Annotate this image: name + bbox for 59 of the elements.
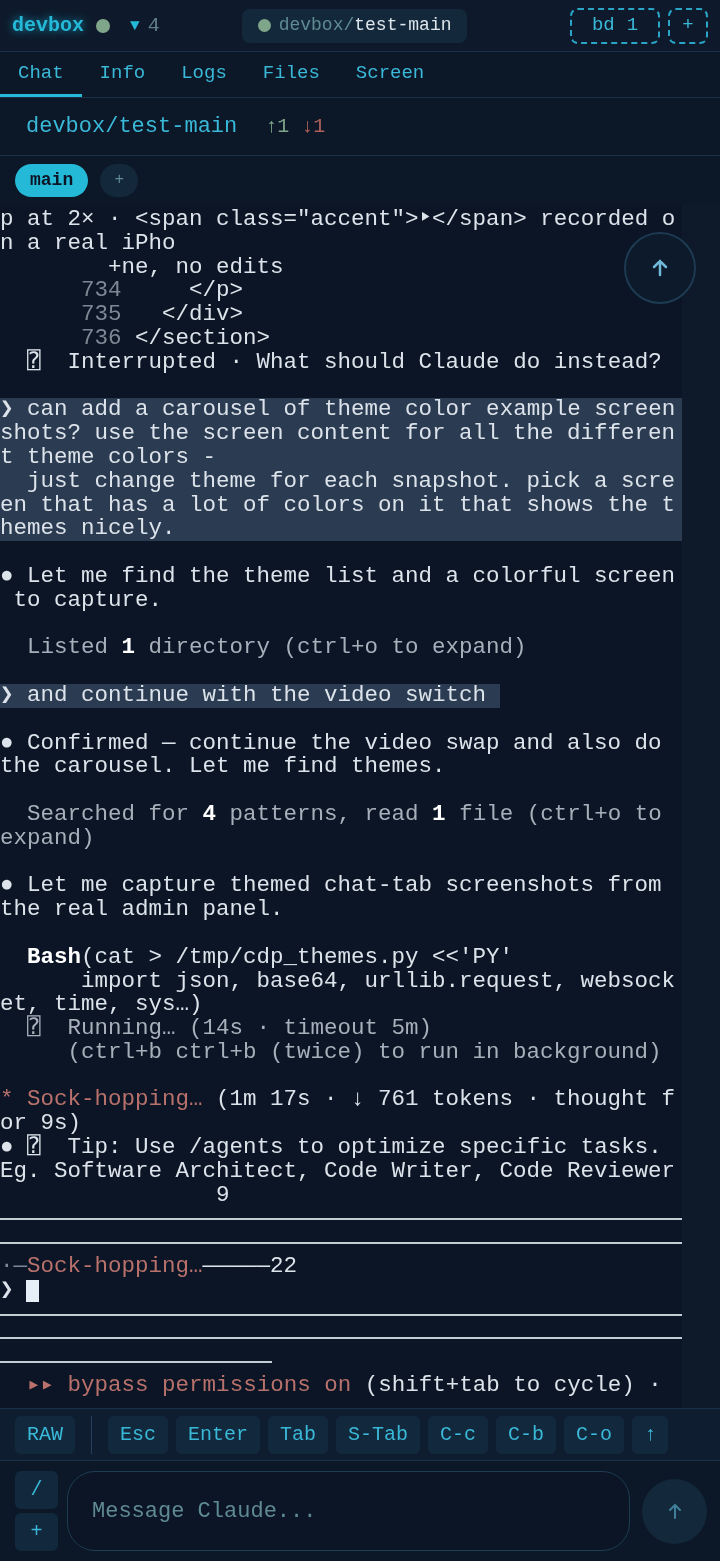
app-title: devbox <box>12 12 84 39</box>
key-button[interactable]: Esc <box>108 1415 169 1454</box>
terminal-line: * Sock-hopping… (1m 17s · ↓ 761 tokens · thought f <box>0 1088 676 1113</box>
key-button[interactable]: C-b <box>496 1415 557 1454</box>
key-button[interactable]: C-c <box>428 1415 489 1454</box>
badge-button[interactable]: bd 1 <box>570 7 660 44</box>
terminal-line: +ne, no edits <box>107 255 284 280</box>
terminal-line: import json, base64, urllib.request, websock <box>80 969 676 994</box>
composer-button[interactable]: + <box>15 1513 58 1551</box>
tab[interactable]: Screen <box>337 52 443 97</box>
key-button[interactable]: Enter <box>176 1415 261 1454</box>
terminal-line: the carousel. Let me find themes. <box>0 755 446 780</box>
code-line: </section> <box>134 327 271 351</box>
line-number: 735 <box>81 303 122 327</box>
raw-mode-button[interactable]: RAW <box>15 1415 75 1454</box>
composer-button[interactable]: / <box>15 1471 58 1509</box>
up-arrow-icon <box>667 1503 682 1519</box>
ahead-count: ↑1 <box>265 113 290 140</box>
terminal-line: ● Confirmed — continue the video swap and also do <box>0 731 662 756</box>
text-cursor <box>25 1279 39 1302</box>
code-line: </p> <box>188 279 244 304</box>
terminal-line: (ctrl+b ctrl+b (twice) to run in background) <box>66 1040 662 1065</box>
repo-path: devbox/test-main <box>26 113 238 141</box>
terminal-line: ⍰ Running… (14s · timeout 5m) <box>26 1017 433 1041</box>
terminal-line: Listed 1 directory (ctrl+o to expand) <box>26 636 527 661</box>
up-arrow-icon <box>651 259 669 277</box>
branch-tab[interactable]: main <box>15 163 89 197</box>
terminal-line: the real admin panel. <box>0 898 284 922</box>
session-switcher[interactable]: ▼ 4 <box>130 10 160 41</box>
tab[interactable]: Info <box>81 52 164 97</box>
add-branch-button[interactable]: + <box>100 163 139 197</box>
key-button[interactable]: ↑ <box>632 1415 669 1454</box>
terminal-line: Eg. Software Architect, Code Writer, Code Reviewer <box>0 1159 676 1184</box>
tab[interactable]: Files <box>244 52 338 97</box>
terminal-line: Searched for 4 patterns, read 1 file (ctrl+o to <box>26 802 662 827</box>
key-button[interactable]: C-o <box>564 1415 625 1454</box>
add-button[interactable]: + <box>668 7 708 44</box>
terminal-line: ▸▸ bypass permissions on (shift+tab to cycle) · <box>26 1374 662 1398</box>
key-button[interactable]: S-Tab <box>336 1415 421 1454</box>
terminal-line: Bash(cat > /tmp/cdp_themes.py <<'PY' <box>26 945 514 970</box>
session-pill[interactable]: devbox/test-main <box>241 8 468 43</box>
terminal-line: to capture. <box>12 588 163 613</box>
line-number: 734 <box>81 279 122 304</box>
terminal-line: ·—Sock-hopping…—————22 <box>0 1255 298 1279</box>
code-line: </div> <box>161 303 244 327</box>
terminal-line: ● ⍰ Tip: Use /agents to optimize specific tasks. <box>0 1136 662 1160</box>
terminal-line: ● Let me capture themed chat-tab screenshots from <box>0 874 662 899</box>
prompt-symbol: ❯ <box>0 1278 14 1303</box>
terminal-line: expand) <box>0 826 95 851</box>
behind-count: ↓1 <box>301 113 326 140</box>
terminal-line: n a real iPho <box>0 231 176 256</box>
terminal-line: ⍰ Interrupted · What should Claude do instead? <box>26 350 662 375</box>
message-field[interactable]: Message Claude... <box>67 1471 630 1551</box>
terminal-line: p at 2× · <span class="accent">‣</span> recorded o <box>0 208 676 232</box>
terminal-line: 9 <box>215 1183 230 1208</box>
line-number: 736 <box>81 327 122 351</box>
key-button[interactable]: Tab <box>268 1415 329 1454</box>
tab[interactable]: Logs <box>163 52 245 97</box>
terminal-line: ● Let me find the theme list and a colorful screen <box>0 564 676 589</box>
